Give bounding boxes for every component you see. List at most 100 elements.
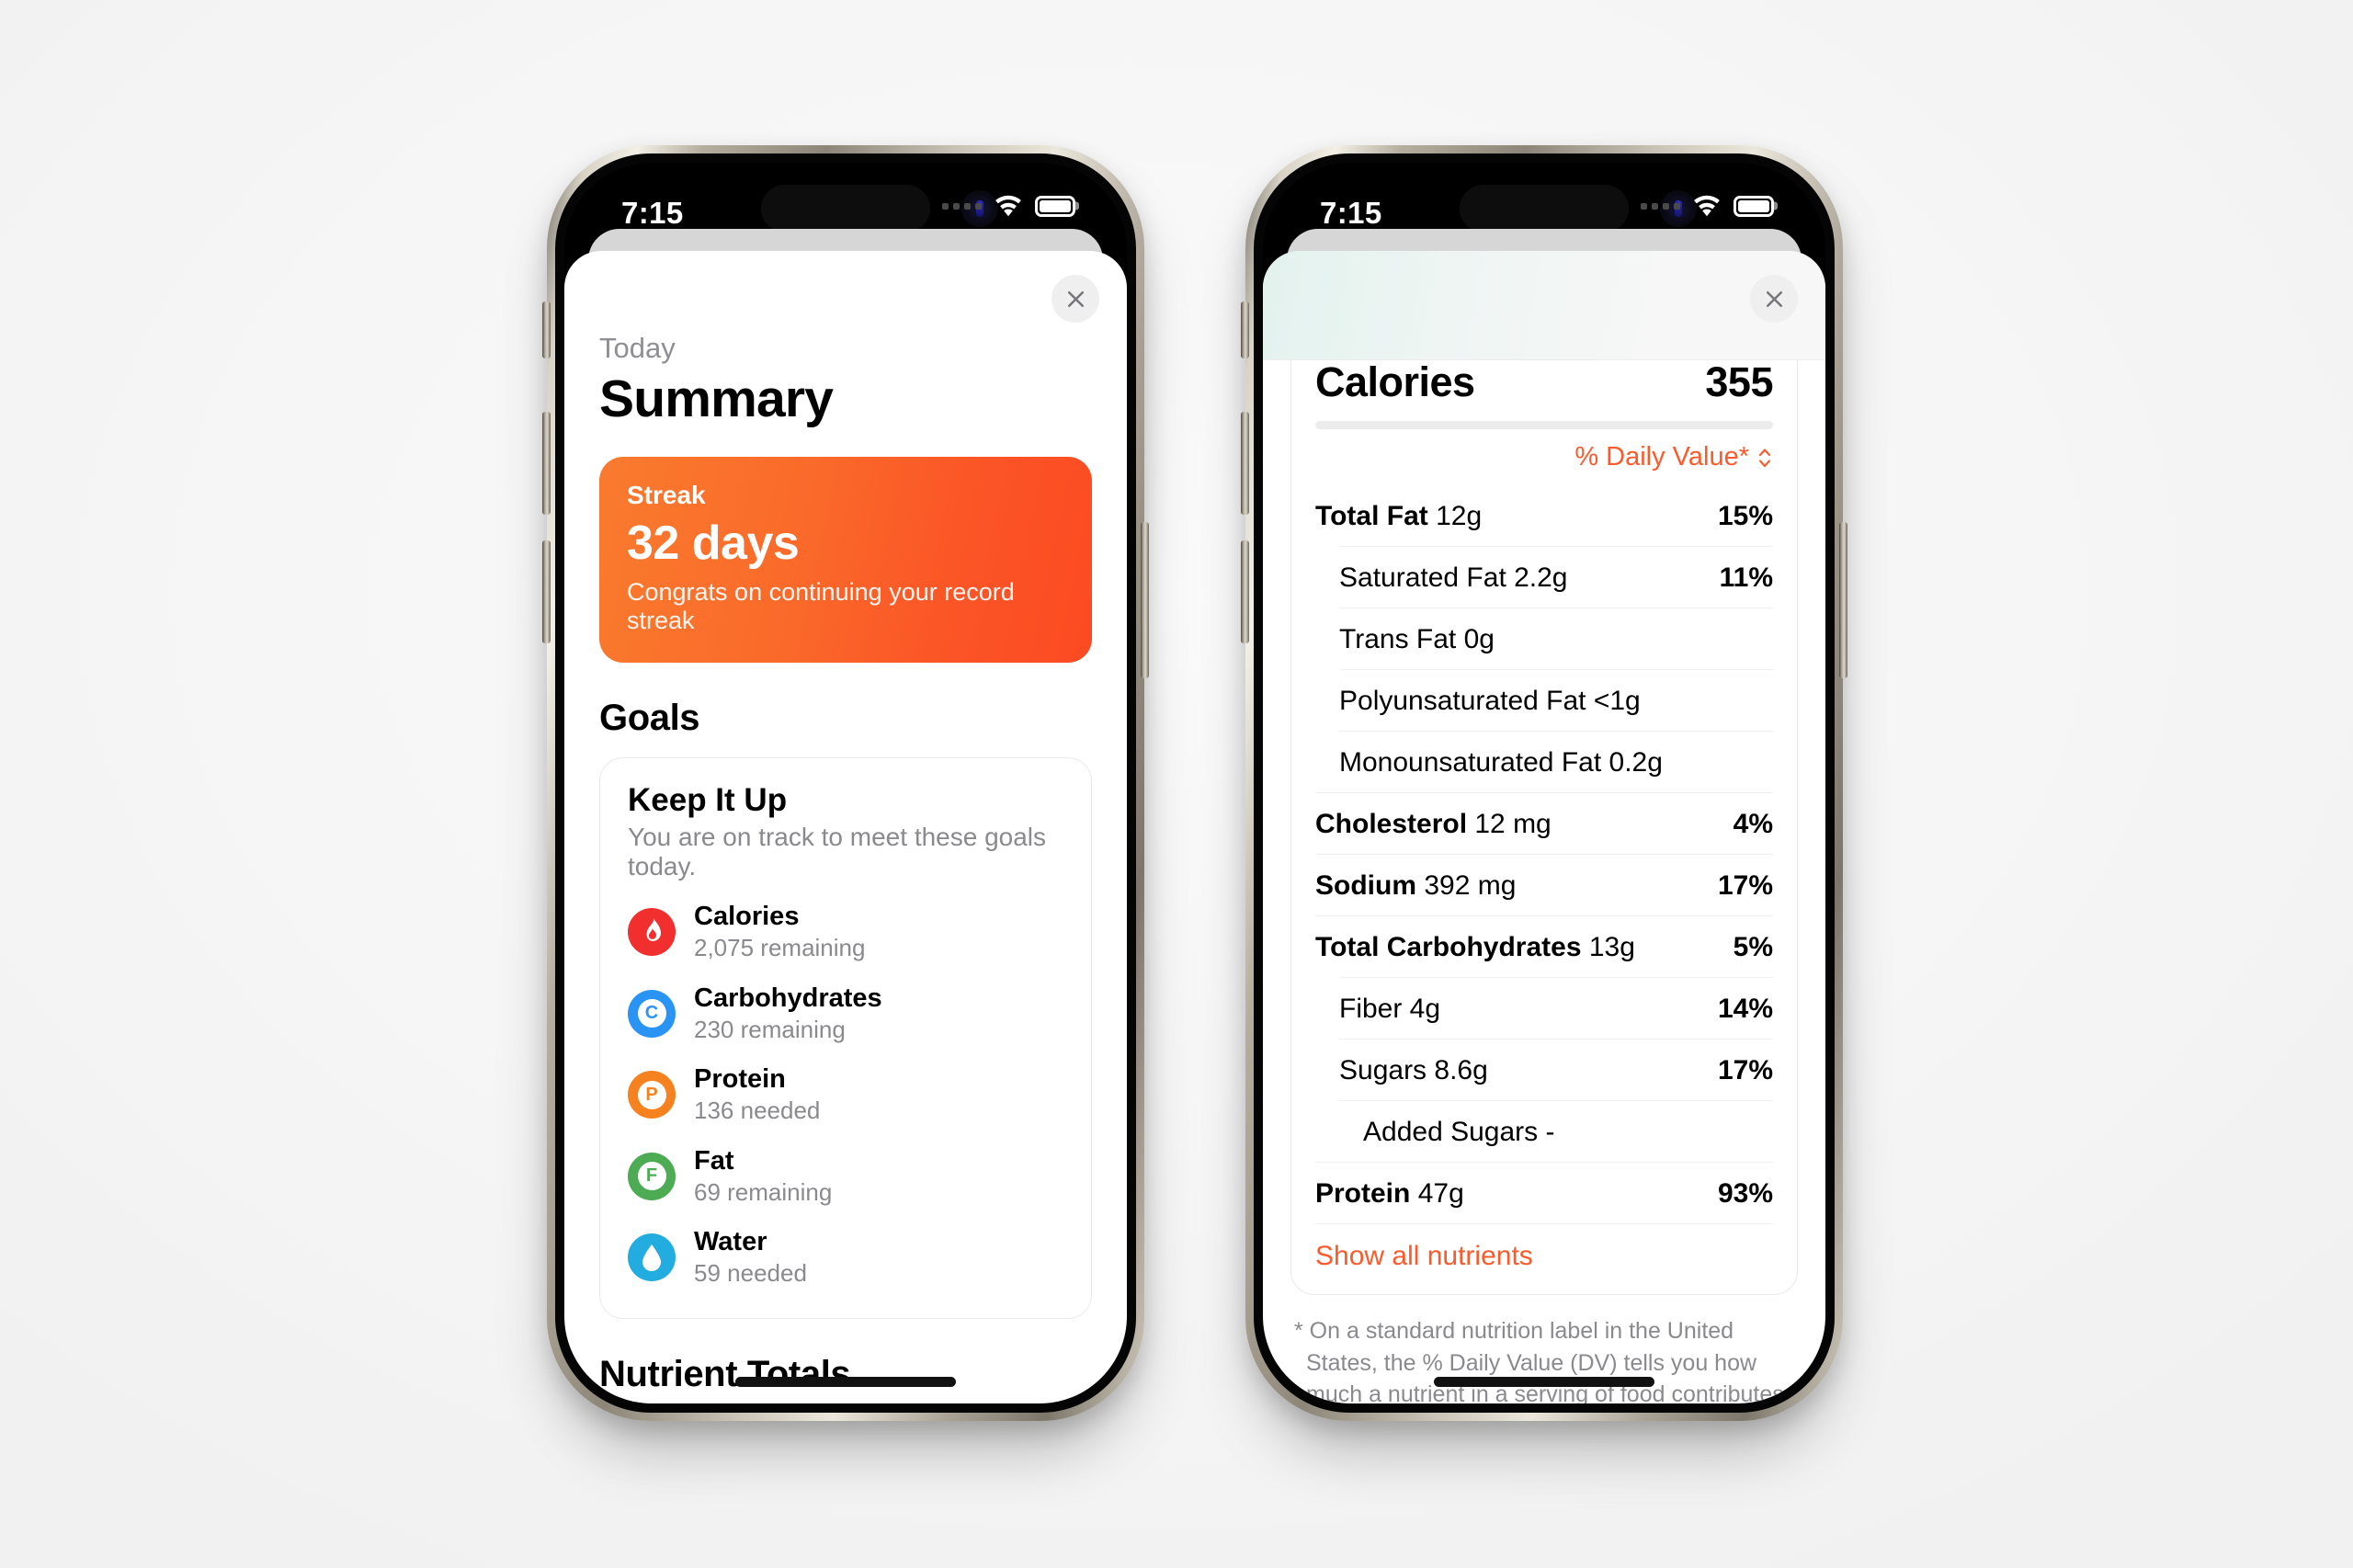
table-row: Cholesterol 12 mg 4%	[1315, 792, 1773, 854]
volume-up-button[interactable]	[1241, 412, 1249, 515]
nutrient-name: Protein 47g	[1315, 1178, 1464, 1209]
cellular-dots-icon	[942, 202, 982, 210]
calories-value: 355	[1705, 358, 1773, 405]
nutrient-totals-sheet: Nutrient Totals Calories 355 % Daily Val…	[1263, 251, 1825, 1403]
dynamic-island	[1460, 185, 1629, 233]
carb-icon: C	[628, 989, 676, 1038]
screenshot-stage: 7:15 Today Summary Streak 32 days Congra…	[0, 0, 2353, 1568]
goals-card-subtitle: You are on track to meet these goals tod…	[628, 823, 1047, 881]
goal-icon-letter: F	[637, 1162, 666, 1191]
volume-down-button[interactable]	[1241, 540, 1249, 643]
summary-content: Today Summary Streak 32 days Congrats on…	[564, 251, 1127, 1403]
phone-screen-left: 7:15 Today Summary Streak 32 days Congra…	[564, 163, 1127, 1403]
volume-down-button[interactable]	[542, 540, 551, 643]
streak-label: Streak	[627, 481, 706, 509]
home-indicator[interactable]	[735, 1377, 956, 1387]
phone-right: 7:15 Nutrient Totals	[1241, 145, 1847, 1421]
goal-item-calories[interactable]: Calories 2,075 remaining	[628, 902, 1063, 963]
goal-item-fat[interactable]: F Fat 69 remaining	[628, 1146, 1063, 1208]
sheet-header-divider	[1263, 359, 1825, 360]
goal-item-protein[interactable]: P Protein 136 needed	[628, 1064, 1063, 1126]
eyebrow-today: Today	[599, 332, 676, 364]
volume-up-button[interactable]	[542, 412, 551, 515]
nutrient-name: Sugars 8.6g	[1339, 1055, 1488, 1085]
goal-item-name: Protein	[694, 1064, 786, 1095]
close-icon[interactable]	[1750, 275, 1798, 323]
goal-item-text: Fat 69 remaining	[694, 1146, 832, 1208]
nutrient-name: Total Carbohydrates 13g	[1315, 932, 1635, 962]
nutrient-daily-value: 14%	[1717, 994, 1773, 1024]
nutrient-name: Total Fat 12g	[1315, 501, 1483, 531]
table-row: Total Fat 12g 15%	[1315, 485, 1773, 546]
table-row: Saturated Fat 2.2g 11%	[1339, 546, 1773, 608]
goal-item-meta: 136 needed	[694, 1096, 821, 1125]
status-time: 7:15	[1320, 196, 1382, 230]
goal-item-carbohydrates[interactable]: C Carbohydrates 230 remaining	[628, 983, 1063, 1045]
show-all-nutrients-button[interactable]: Show all nutrients	[1315, 1223, 1773, 1287]
table-row: Sugars 8.6g 17%	[1339, 1039, 1773, 1100]
flame-icon	[628, 908, 676, 957]
goal-item-meta: 2,075 remaining	[694, 934, 866, 962]
goal-item-text: Calories 2,075 remaining	[694, 902, 865, 963]
streak-value: 32 days	[627, 517, 800, 570]
page-title: Summary	[599, 369, 834, 428]
nutrient-daily-value: 17%	[1717, 870, 1773, 901]
table-row: Total Carbohydrates 13g 5%	[1315, 915, 1773, 977]
action-button[interactable]	[1241, 301, 1249, 358]
nutrient-daily-value: 5%	[1733, 932, 1773, 962]
nutrient-daily-value: 4%	[1733, 809, 1773, 839]
streak-card[interactable]: Streak 32 days Congrats on continuing yo…	[599, 457, 1092, 663]
nutrient-daily-value: 11%	[1719, 562, 1773, 593]
power-button[interactable]	[1141, 522, 1149, 678]
up-down-chevron-icon	[1756, 445, 1773, 471]
goal-item-text: Carbohydrates 230 remaining	[694, 983, 882, 1045]
nutrient-name: Saturated Fat 2.2g	[1339, 562, 1568, 593]
nutrient-name: Polyunsaturated Fat <1g	[1339, 686, 1641, 716]
nutrient-rows: Total Fat 12g 15% Saturated Fat 2.2g 11% Tra…	[1315, 485, 1773, 1223]
goal-item-name: Fat	[694, 1145, 734, 1176]
table-row: Trans Fat 0g	[1339, 608, 1773, 669]
home-indicator[interactable]	[1434, 1377, 1654, 1387]
calories-row: Calories 355	[1315, 358, 1773, 406]
goal-icon-letter: C	[637, 999, 666, 1028]
action-button[interactable]	[542, 301, 551, 358]
protein-icon: P	[628, 1071, 676, 1119]
table-row: Polyunsaturated Fat <1g	[1339, 669, 1773, 731]
goals-list: Calories 2,075 remaining C Carbohydrates 230…	[628, 902, 1063, 1289]
calories-progress-bar	[1315, 421, 1773, 429]
calories-label: Calories	[1315, 358, 1475, 405]
daily-value-selector[interactable]: % Daily Value*	[1315, 442, 1773, 485]
goal-item-meta: 59 needed	[694, 1259, 807, 1288]
goal-item-meta: 230 remaining	[694, 1015, 846, 1043]
wifi-icon	[1691, 194, 1722, 218]
goal-item-text: Water 59 needed	[694, 1227, 807, 1289]
nutrient-daily-value: 93%	[1717, 1178, 1773, 1209]
table-row: Fiber 4g 14%	[1339, 977, 1773, 1039]
close-icon[interactable]	[1051, 275, 1099, 323]
water-drop-icon	[628, 1233, 676, 1282]
goal-item-meta: 69 remaining	[694, 1177, 833, 1206]
battery-icon	[1035, 195, 1075, 217]
status-indicators	[942, 194, 1075, 218]
goal-item-name: Water	[694, 1227, 767, 1257]
power-button[interactable]	[1839, 522, 1847, 678]
nutrient-name: Fiber 4g	[1339, 994, 1441, 1024]
goal-item-water[interactable]: Water 59 needed	[628, 1227, 1063, 1289]
goal-item-name: Calories	[694, 902, 800, 931]
phone-screen-right: 7:15 Nutrient Totals	[1263, 163, 1825, 1403]
nutrient-name: Sodium 392 mg	[1315, 870, 1517, 901]
status-indicators	[1641, 194, 1774, 218]
sheet-header-tint	[1263, 251, 1825, 359]
dynamic-island	[761, 185, 930, 233]
goal-item-name: Carbohydrates	[694, 983, 882, 1013]
table-row: Added Sugars -	[1339, 1100, 1773, 1162]
nutrient-name: Added Sugars -	[1363, 1117, 1555, 1147]
wifi-icon	[993, 194, 1024, 218]
table-row: Protein 47g 93%	[1315, 1162, 1773, 1223]
goals-card[interactable]: Keep It Up You are on track to meet thes…	[599, 757, 1092, 1319]
battery-icon	[1733, 195, 1774, 217]
nutrient-name: Monounsaturated Fat 0.2g	[1339, 747, 1663, 778]
section-title-goals: Goals	[599, 698, 700, 738]
summary-sheet: Today Summary Streak 32 days Congrats on…	[564, 251, 1127, 1403]
daily-value-footnote: * On a standard nutrition label in the U…	[1294, 1318, 1784, 1403]
